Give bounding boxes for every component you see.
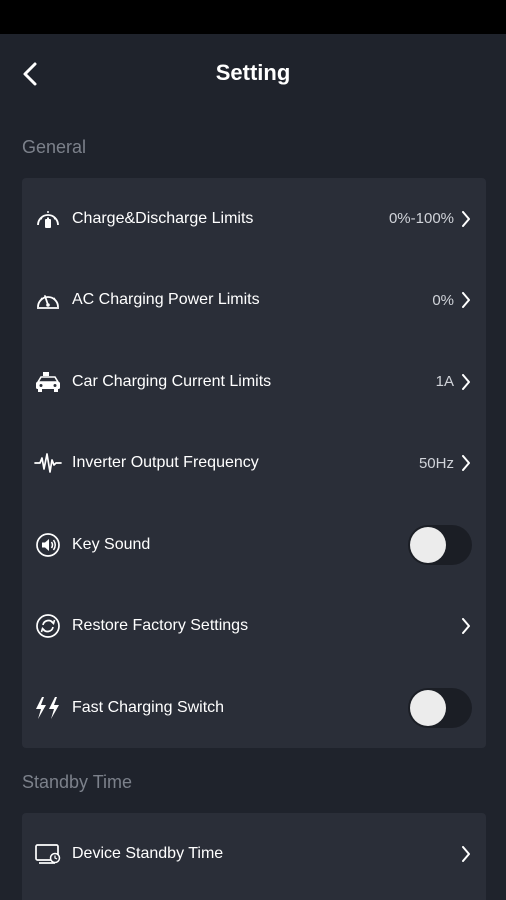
setting-label: Charge&Discharge Limits — [72, 209, 254, 227]
toggle-knob — [410, 689, 446, 726]
setting-label: Fast Charging Switch — [72, 698, 225, 716]
page-title: Setting — [215, 60, 291, 85]
general-settings-card: Charge&Discharge Limits 0%-100% AC Charg… — [22, 178, 486, 748]
setting-ac-charging-power-limits[interactable]: AC Charging Power Limits 0% — [22, 260, 486, 342]
speaker-icon — [34, 531, 62, 559]
setting-charge-discharge-limits[interactable]: Charge&Discharge Limits 0%-100% — [22, 178, 486, 260]
standby-settings-card: Device Standby Time — [22, 813, 486, 900]
setting-value: 50Hz — [418, 454, 454, 472]
setting-label: Restore Factory Settings — [72, 617, 249, 635]
section-label-standby-time: Standby Time — [22, 772, 133, 792]
setting-value: 0%-100% — [388, 210, 454, 228]
chevron-right-icon — [460, 291, 472, 309]
header: Setting — [0, 34, 506, 114]
monitor-timer-icon — [34, 840, 62, 868]
restore-icon — [34, 612, 62, 640]
setting-label: Device Standby Time — [72, 844, 224, 862]
setting-label: AC Charging Power Limits — [72, 291, 260, 309]
setting-restore-factory-settings[interactable]: Restore Factory Settings — [22, 586, 486, 668]
setting-value: 0% — [432, 291, 454, 309]
setting-inverter-output-frequency[interactable]: Inverter Output Frequency 50Hz — [22, 423, 486, 505]
toggle-knob — [410, 526, 446, 563]
chevron-right-icon — [460, 373, 472, 391]
section-label-general: General — [22, 137, 87, 157]
lightning-icon — [34, 694, 62, 722]
car-charging-icon — [34, 368, 62, 396]
chevron-right-icon — [460, 617, 472, 635]
status-bar — [0, 0, 506, 34]
setting-value: 1A — [435, 373, 454, 391]
key-sound-toggle[interactable] — [408, 524, 472, 565]
chevron-right-icon — [460, 454, 472, 472]
setting-car-charging-current-limits[interactable]: Car Charging Current Limits 1A — [22, 341, 486, 423]
setting-device-standby-time[interactable]: Device Standby Time — [22, 813, 486, 895]
fast-charging-toggle[interactable] — [408, 687, 472, 728]
setting-label: Inverter Output Frequency — [72, 454, 259, 472]
chevron-right-icon — [460, 210, 472, 228]
setting-key-sound: Key Sound — [22, 504, 486, 586]
battery-gauge-icon — [34, 205, 62, 233]
setting-label: Key Sound — [72, 535, 151, 553]
speedometer-icon — [34, 286, 62, 314]
setting-label: Car Charging Current Limits — [72, 372, 272, 390]
waveform-icon — [34, 449, 62, 477]
chevron-right-icon — [460, 845, 472, 863]
setting-fast-charging-switch: Fast Charging Switch — [22, 667, 486, 749]
